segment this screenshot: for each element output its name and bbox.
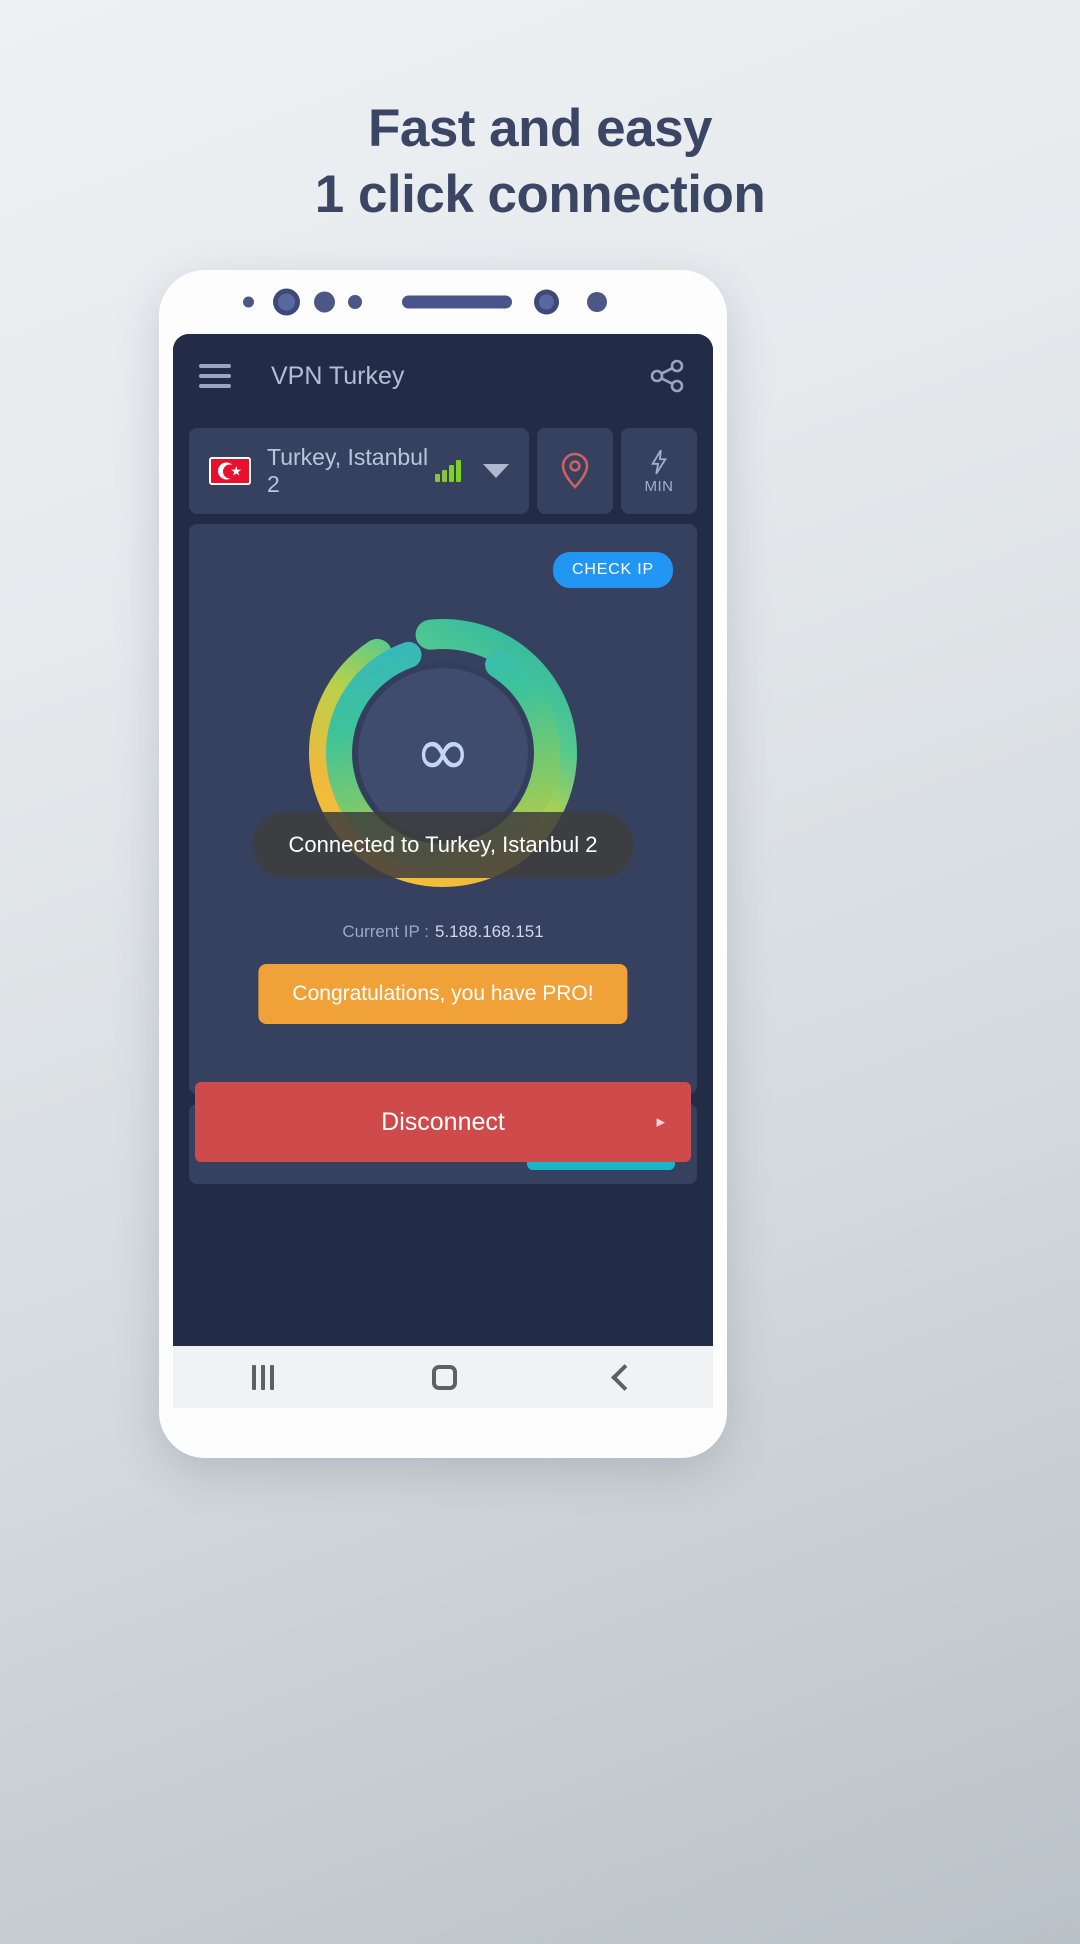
current-ip-label: Current IP :: [342, 922, 429, 941]
front-camera-icon: [534, 289, 559, 315]
lightning-bolt-icon: [651, 449, 668, 474]
flag-star: ★: [230, 463, 242, 479]
check-ip-button[interactable]: CHECK IP: [553, 552, 673, 588]
hamburger-icon[interactable]: [199, 364, 231, 388]
pro-banner[interactable]: Congratulations, you have PRO!: [258, 964, 628, 1024]
home-icon[interactable]: [432, 1364, 457, 1390]
min-button[interactable]: MIN: [621, 428, 697, 514]
headline-line-2: 1 click connection: [314, 164, 766, 224]
headline-line-1: Fast and easy: [367, 99, 713, 158]
turkey-flag-icon: ★: [209, 457, 251, 485]
phone-mockup: VPN Turkey ★ Turkey, Istanbul 2 MIN CHEC…: [159, 270, 727, 1458]
sensor-dot-icon: [587, 292, 607, 312]
disconnect-button[interactable]: Disconnect ▸: [195, 1082, 691, 1162]
current-ip: Current IP : 5.188.168.151: [189, 922, 697, 942]
location-pin-button[interactable]: [537, 428, 613, 514]
app-title: VPN Turkey: [271, 361, 405, 390]
signal-bars-icon: [435, 460, 461, 482]
phone-screen: VPN Turkey ★ Turkey, Istanbul 2 MIN CHEC…: [173, 334, 713, 1408]
share-icon[interactable]: [647, 356, 687, 396]
page-title: Fast and easy 1 click connection: [0, 96, 1080, 227]
server-name-label: Turkey, Istanbul 2: [267, 444, 429, 497]
android-nav-bar: [173, 1346, 713, 1408]
disconnect-label: Disconnect: [381, 1107, 505, 1136]
location-pin-icon: [561, 452, 589, 489]
connection-status-toast: Connected to Turkey, Istanbul 2: [252, 812, 634, 878]
back-icon[interactable]: [611, 1363, 638, 1391]
recent-apps-icon[interactable]: [252, 1364, 274, 1390]
sensor-dot-icon: [243, 296, 254, 308]
front-camera-icon: [273, 288, 300, 316]
sensor-dot-icon: [348, 295, 362, 309]
current-ip-value: 5.188.168.151: [434, 922, 544, 941]
server-selector[interactable]: ★ Turkey, Istanbul 2: [189, 428, 529, 514]
connection-panel: CHECK IP ∞ Connected to Turkey, Istanbul…: [189, 524, 697, 1094]
sensor-dot-icon: [314, 291, 335, 313]
infinity-icon: ∞: [414, 713, 472, 792]
min-label: MIN: [644, 477, 674, 495]
server-selector-row: ★ Turkey, Istanbul 2 MIN: [173, 418, 713, 514]
earpiece-speaker: [402, 295, 512, 309]
arrow-right-icon: ▸: [656, 1112, 665, 1131]
phone-bezel: [159, 270, 727, 334]
caret-down-icon[interactable]: [483, 464, 509, 478]
app-bar: VPN Turkey: [173, 334, 713, 418]
